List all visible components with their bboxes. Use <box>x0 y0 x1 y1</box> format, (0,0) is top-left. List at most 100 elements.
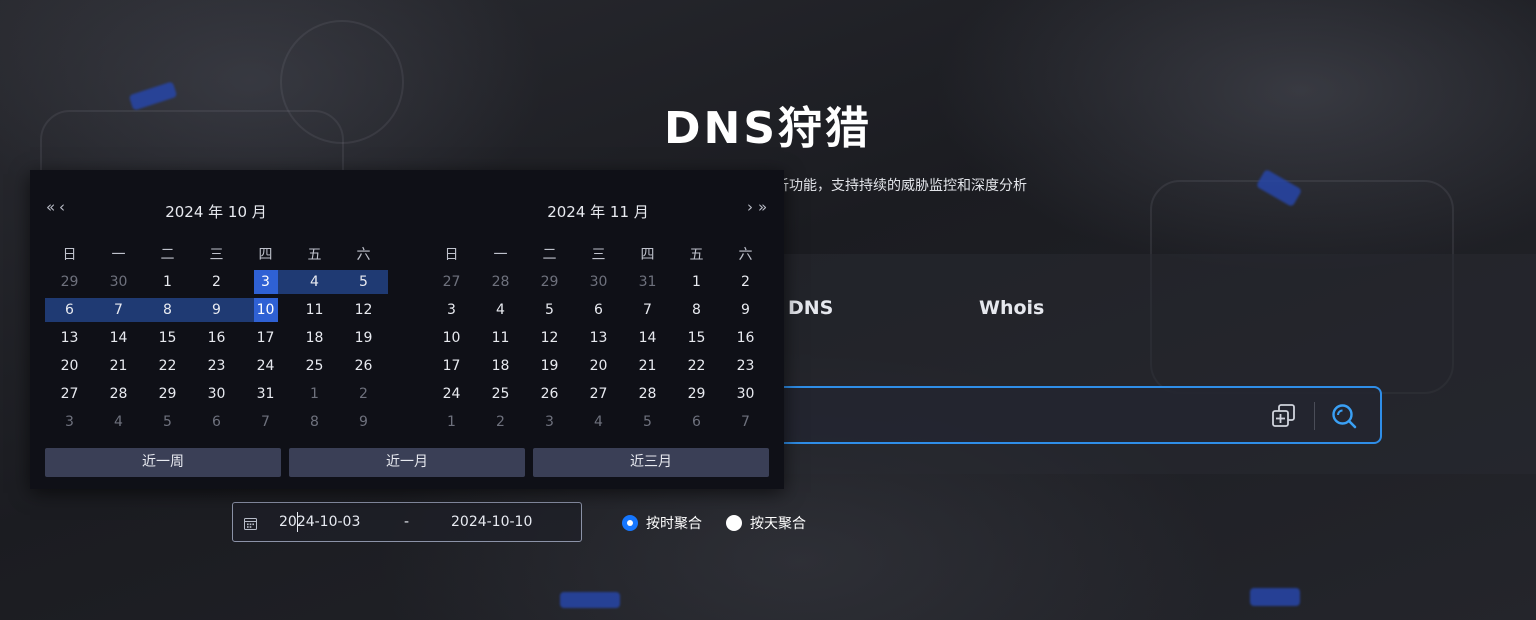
calendar-day[interactable]: 30 <box>192 382 241 406</box>
quick-range-week-button[interactable]: 近一周 <box>45 448 281 477</box>
calendar-day[interactable]: 26 <box>525 382 574 406</box>
calendar-day[interactable]: 5 <box>623 410 672 434</box>
calendar-day[interactable]: 6 <box>45 298 94 322</box>
calendar-day[interactable]: 29 <box>143 382 192 406</box>
calendar-day[interactable]: 8 <box>672 298 721 322</box>
calendar-day[interactable]: 2 <box>721 270 770 294</box>
calendar-day[interactable]: 6 <box>672 410 721 434</box>
calendar-day[interactable]: 3 <box>427 298 476 322</box>
calendar-day[interactable]: 2 <box>339 382 388 406</box>
calendar-day[interactable]: 22 <box>672 354 721 378</box>
calendar-day[interactable]: 14 <box>623 326 672 350</box>
calendar-day[interactable]: 27 <box>574 382 623 406</box>
add-copy-icon[interactable] <box>1270 402 1298 430</box>
calendar-day[interactable]: 21 <box>623 354 672 378</box>
calendar-day[interactable]: 3 <box>525 410 574 434</box>
calendar-day[interactable]: 29 <box>525 270 574 294</box>
calendar-day[interactable]: 28 <box>94 382 143 406</box>
calendar-day[interactable]: 11 <box>476 326 525 350</box>
calendar-day[interactable]: 7 <box>623 298 672 322</box>
calendar-day[interactable]: 21 <box>94 354 143 378</box>
calendar-day[interactable]: 19 <box>339 326 388 350</box>
calendar-day[interactable]: 19 <box>525 354 574 378</box>
calendar-day[interactable]: 16 <box>721 326 770 350</box>
calendar-day[interactable]: 12 <box>525 326 574 350</box>
calendar-day[interactable]: 10 <box>241 298 290 322</box>
calendar-day[interactable]: 9 <box>721 298 770 322</box>
calendar-day[interactable]: 1 <box>672 270 721 294</box>
calendar-day[interactable]: 13 <box>574 326 623 350</box>
calendar-day[interactable]: 24 <box>241 354 290 378</box>
calendar-day[interactable]: 23 <box>721 354 770 378</box>
calendar-day[interactable]: 8 <box>290 410 339 434</box>
calendar-day[interactable]: 13 <box>45 326 94 350</box>
quick-range-month-button[interactable]: 近一月 <box>289 448 525 477</box>
calendar-day[interactable]: 15 <box>143 326 192 350</box>
radio-hourly[interactable]: 按时聚合 <box>622 513 702 533</box>
search-icon[interactable] <box>1330 402 1358 430</box>
calendar-day[interactable]: 28 <box>623 382 672 406</box>
calendar-day[interactable]: 5 <box>525 298 574 322</box>
calendar-day[interactable]: 5 <box>143 410 192 434</box>
calendar-day[interactable]: 7 <box>241 410 290 434</box>
calendar-day-number: 6 <box>692 414 701 430</box>
calendar-day[interactable]: 9 <box>192 298 241 322</box>
calendar-day[interactable]: 9 <box>339 410 388 434</box>
calendar-day[interactable]: 22 <box>143 354 192 378</box>
start-date-field[interactable]: 2024-10-03 <box>279 514 360 530</box>
search-input[interactable] <box>700 386 1382 444</box>
calendar-day[interactable]: 2 <box>192 270 241 294</box>
calendar-day[interactable]: 30 <box>721 382 770 406</box>
calendar-day[interactable]: 25 <box>476 382 525 406</box>
calendar-day[interactable]: 6 <box>192 410 241 434</box>
calendar-day[interactable]: 7 <box>94 298 143 322</box>
calendar-day[interactable]: 27 <box>427 270 476 294</box>
calendar-day[interactable]: 1 <box>427 410 476 434</box>
calendar-day[interactable]: 25 <box>290 354 339 378</box>
calendar-day[interactable]: 20 <box>574 354 623 378</box>
quick-range-three-months-button[interactable]: 近三月 <box>533 448 769 477</box>
calendar-day[interactable]: 26 <box>339 354 388 378</box>
calendar-day[interactable]: 3 <box>241 270 290 294</box>
date-range-input[interactable]: 2024-10-03 - 2024-10-10 <box>232 502 582 542</box>
calendar-day[interactable]: 27 <box>45 382 94 406</box>
calendar-day[interactable]: 14 <box>94 326 143 350</box>
calendar-day[interactable]: 10 <box>427 326 476 350</box>
calendar-day[interactable]: 7 <box>721 410 770 434</box>
calendar-day[interactable]: 3 <box>45 410 94 434</box>
calendar-day[interactable]: 5 <box>339 270 388 294</box>
calendar-day[interactable]: 1 <box>290 382 339 406</box>
calendar-day-number: 20 <box>60 358 79 374</box>
calendar-day[interactable]: 4 <box>290 270 339 294</box>
calendar-day[interactable]: 8 <box>143 298 192 322</box>
calendar-day[interactable]: 18 <box>290 326 339 350</box>
tab-whois[interactable]: Whois <box>979 297 1044 319</box>
calendar-day[interactable]: 1 <box>143 270 192 294</box>
calendar-day[interactable]: 29 <box>672 382 721 406</box>
calendar-day[interactable]: 4 <box>574 410 623 434</box>
calendar-day[interactable]: 18 <box>476 354 525 378</box>
calendar-day[interactable]: 11 <box>290 298 339 322</box>
calendar-day[interactable]: 17 <box>427 354 476 378</box>
calendar-day[interactable]: 16 <box>192 326 241 350</box>
calendar-day[interactable]: 23 <box>192 354 241 378</box>
calendar-day[interactable]: 4 <box>476 298 525 322</box>
calendar-day[interactable]: 2 <box>476 410 525 434</box>
calendar-day[interactable]: 29 <box>45 270 94 294</box>
calendar-day[interactable]: 12 <box>339 298 388 322</box>
calendar-day-number: 17 <box>442 358 461 374</box>
calendar-day[interactable]: 31 <box>623 270 672 294</box>
tab-dns[interactable]: DNS <box>788 297 833 319</box>
calendar-day[interactable]: 4 <box>94 410 143 434</box>
end-date-field[interactable]: 2024-10-10 <box>451 514 532 530</box>
calendar-day[interactable]: 17 <box>241 326 290 350</box>
calendar-day[interactable]: 30 <box>94 270 143 294</box>
calendar-day[interactable]: 28 <box>476 270 525 294</box>
calendar-day[interactable]: 15 <box>672 326 721 350</box>
calendar-day[interactable]: 30 <box>574 270 623 294</box>
calendar-day[interactable]: 31 <box>241 382 290 406</box>
radio-daily[interactable]: 按天聚合 <box>726 513 806 533</box>
calendar-day[interactable]: 6 <box>574 298 623 322</box>
calendar-day[interactable]: 20 <box>45 354 94 378</box>
calendar-day[interactable]: 24 <box>427 382 476 406</box>
